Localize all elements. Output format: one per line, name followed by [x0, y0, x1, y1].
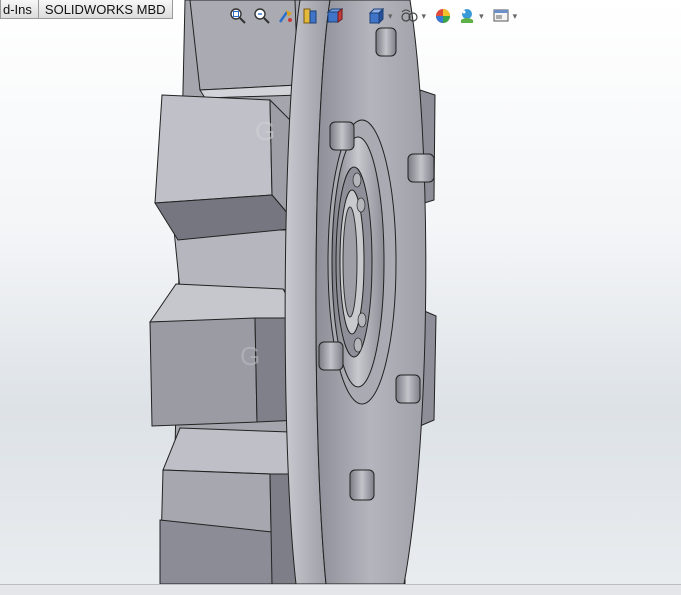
tab-solidworks-mbd[interactable]: SOLIDWORKS MBD [37, 0, 173, 19]
section-view-icon[interactable] [298, 3, 322, 29]
edit-appearance-icon[interactable] [431, 3, 455, 29]
apply-scene-dropdown-icon[interactable]: ▾ [479, 3, 484, 29]
apply-scene-icon[interactable] [455, 3, 479, 29]
view-orientation-dropdown-icon[interactable]: ▾ [388, 3, 393, 29]
command-manager-tabs: d-Ins SOLIDWORKS MBD [0, 0, 173, 20]
svg-text:G: G [240, 341, 260, 371]
status-bar [0, 584, 681, 595]
view-orientation-icon[interactable] [364, 3, 388, 29]
heads-up-view-toolbar: ▾ ▾ ▾ ▾ [226, 1, 522, 31]
view-settings-icon[interactable] [489, 3, 513, 29]
3d-model-flange-rotor[interactable]: G G [0, 0, 681, 584]
zoom-to-fit-icon[interactable] [226, 3, 250, 29]
svg-text:G: G [255, 116, 275, 146]
display-style-icon[interactable] [398, 3, 422, 29]
zoom-to-area-icon[interactable] [250, 3, 274, 29]
graphics-area[interactable]: G G d-Ins SOLIDWORKS MBD ▾ ▾ ▾ ▾ [0, 0, 681, 584]
view-settings-dropdown-icon[interactable]: ▾ [513, 3, 518, 29]
tab-add-ins[interactable]: d-Ins [0, 0, 39, 19]
display-style-dropdown-icon[interactable]: ▾ [422, 3, 427, 29]
previous-view-icon[interactable] [274, 3, 298, 29]
dynamic-annotation-views-icon[interactable] [322, 3, 346, 29]
